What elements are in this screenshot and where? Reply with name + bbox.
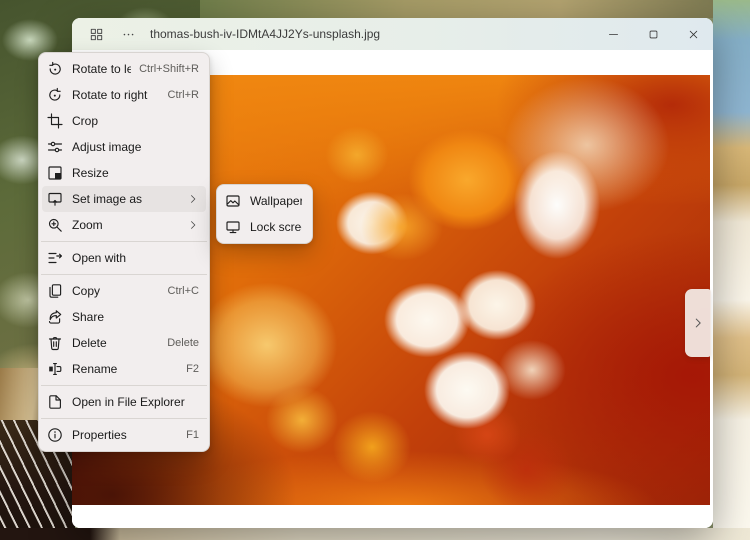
chevron-right-icon	[691, 316, 705, 330]
context-menu-item-zoom[interactable]: Zoom	[42, 212, 206, 238]
menu-item-label: Delete	[72, 336, 159, 350]
zoom-icon	[47, 217, 63, 233]
minimize-button[interactable]	[593, 18, 633, 50]
context-menu-item-set-image-as[interactable]: Set image as	[42, 186, 206, 212]
open-with-icon	[47, 250, 63, 266]
menu-item-label: Open in File Explorer	[72, 395, 199, 409]
menu-item-shortcut: F2	[186, 363, 199, 375]
properties-icon	[47, 427, 63, 443]
menu-separator	[41, 241, 207, 242]
context-menu-item-share[interactable]: Share	[42, 304, 206, 330]
adjust-image-icon	[47, 139, 63, 155]
rename-icon	[47, 361, 63, 377]
wallpaper-icon	[225, 193, 241, 209]
close-button[interactable]	[673, 18, 713, 50]
menu-item-label: Rename	[72, 362, 178, 376]
context-menu: Rotate to left Ctrl+Shift+R Rotate to righ…	[38, 52, 210, 452]
context-menu-item-delete[interactable]: Delete Delete	[42, 330, 206, 356]
chevron-right-icon	[187, 219, 199, 231]
context-menu-item-copy[interactable]: Copy Ctrl+C	[42, 278, 206, 304]
context-menu-item-adjust-image[interactable]: Adjust image	[42, 134, 206, 160]
menu-separator	[41, 418, 207, 419]
menu-item-label: Zoom	[72, 218, 179, 232]
menu-item-shortcut: Ctrl+C	[168, 285, 199, 297]
context-menu-item-crop[interactable]: Crop	[42, 108, 206, 134]
menu-item-label: Wallpaper	[250, 194, 302, 208]
menu-item-label: Properties	[72, 428, 178, 442]
menu-item-label: Copy	[72, 284, 160, 298]
gallery-view-icon[interactable]	[88, 26, 104, 42]
rotate-left-icon	[47, 61, 63, 77]
menu-item-label: Open with	[72, 251, 199, 265]
set-image-as-submenu: Wallpaper Lock screen	[216, 184, 313, 244]
resize-icon	[47, 165, 63, 181]
menu-item-shortcut: Delete	[167, 337, 199, 349]
menu-item-shortcut: F1	[186, 429, 199, 441]
titlebar[interactable]: thomas-bush-iv-IDMtA4JJ2Ys-unsplash.jpg	[72, 18, 713, 50]
menu-item-label: Rotate to left	[72, 62, 131, 76]
copy-icon	[47, 283, 63, 299]
set-image-as-icon	[47, 191, 63, 207]
crop-icon	[47, 113, 63, 129]
context-menu-item-rotate-left[interactable]: Rotate to left Ctrl+Shift+R	[42, 56, 206, 82]
menu-item-label: Crop	[72, 114, 199, 128]
submenu-item-lock-screen[interactable]: Lock screen	[220, 214, 309, 240]
desktop-wallpaper-bottom	[0, 528, 750, 540]
rotate-right-icon	[47, 87, 63, 103]
lock-screen-icon	[225, 219, 241, 235]
chevron-right-icon	[187, 193, 199, 205]
desktop-wallpaper-right	[713, 0, 750, 540]
maximize-button[interactable]	[633, 18, 673, 50]
menu-item-shortcut: Ctrl+R	[168, 89, 199, 101]
see-more-icon[interactable]	[120, 26, 136, 42]
context-menu-item-properties[interactable]: Properties F1	[42, 422, 206, 448]
context-menu-item-open-with[interactable]: Open with	[42, 245, 206, 271]
context-menu-item-resize[interactable]: Resize	[42, 160, 206, 186]
window-title: thomas-bush-iv-IDMtA4JJ2Ys-unsplash.jpg	[150, 27, 380, 41]
context-menu-item-open-in-file-explorer[interactable]: Open in File Explorer	[42, 389, 206, 415]
menu-item-label: Adjust image	[72, 140, 199, 154]
next-image-button[interactable]	[685, 289, 711, 357]
menu-separator	[41, 385, 207, 386]
titlebar-left: thomas-bush-iv-IDMtA4JJ2Ys-unsplash.jpg	[72, 26, 593, 42]
context-menu-item-rotate-right[interactable]: Rotate to right Ctrl+R	[42, 82, 206, 108]
menu-item-label: Rotate to right	[72, 88, 160, 102]
menu-item-label: Share	[72, 310, 199, 324]
file-explorer-icon	[47, 394, 63, 410]
desktop-wallpaper-top	[200, 0, 713, 18]
context-menu-item-rename[interactable]: Rename F2	[42, 356, 206, 382]
share-icon	[47, 309, 63, 325]
menu-item-label: Resize	[72, 166, 199, 180]
menu-item-label: Lock screen	[250, 220, 302, 234]
menu-item-label: Set image as	[72, 192, 179, 206]
menu-separator	[41, 274, 207, 275]
submenu-item-wallpaper[interactable]: Wallpaper	[220, 188, 309, 214]
delete-icon	[47, 335, 63, 351]
window-controls	[593, 18, 713, 50]
menu-item-shortcut: Ctrl+Shift+R	[139, 63, 199, 75]
